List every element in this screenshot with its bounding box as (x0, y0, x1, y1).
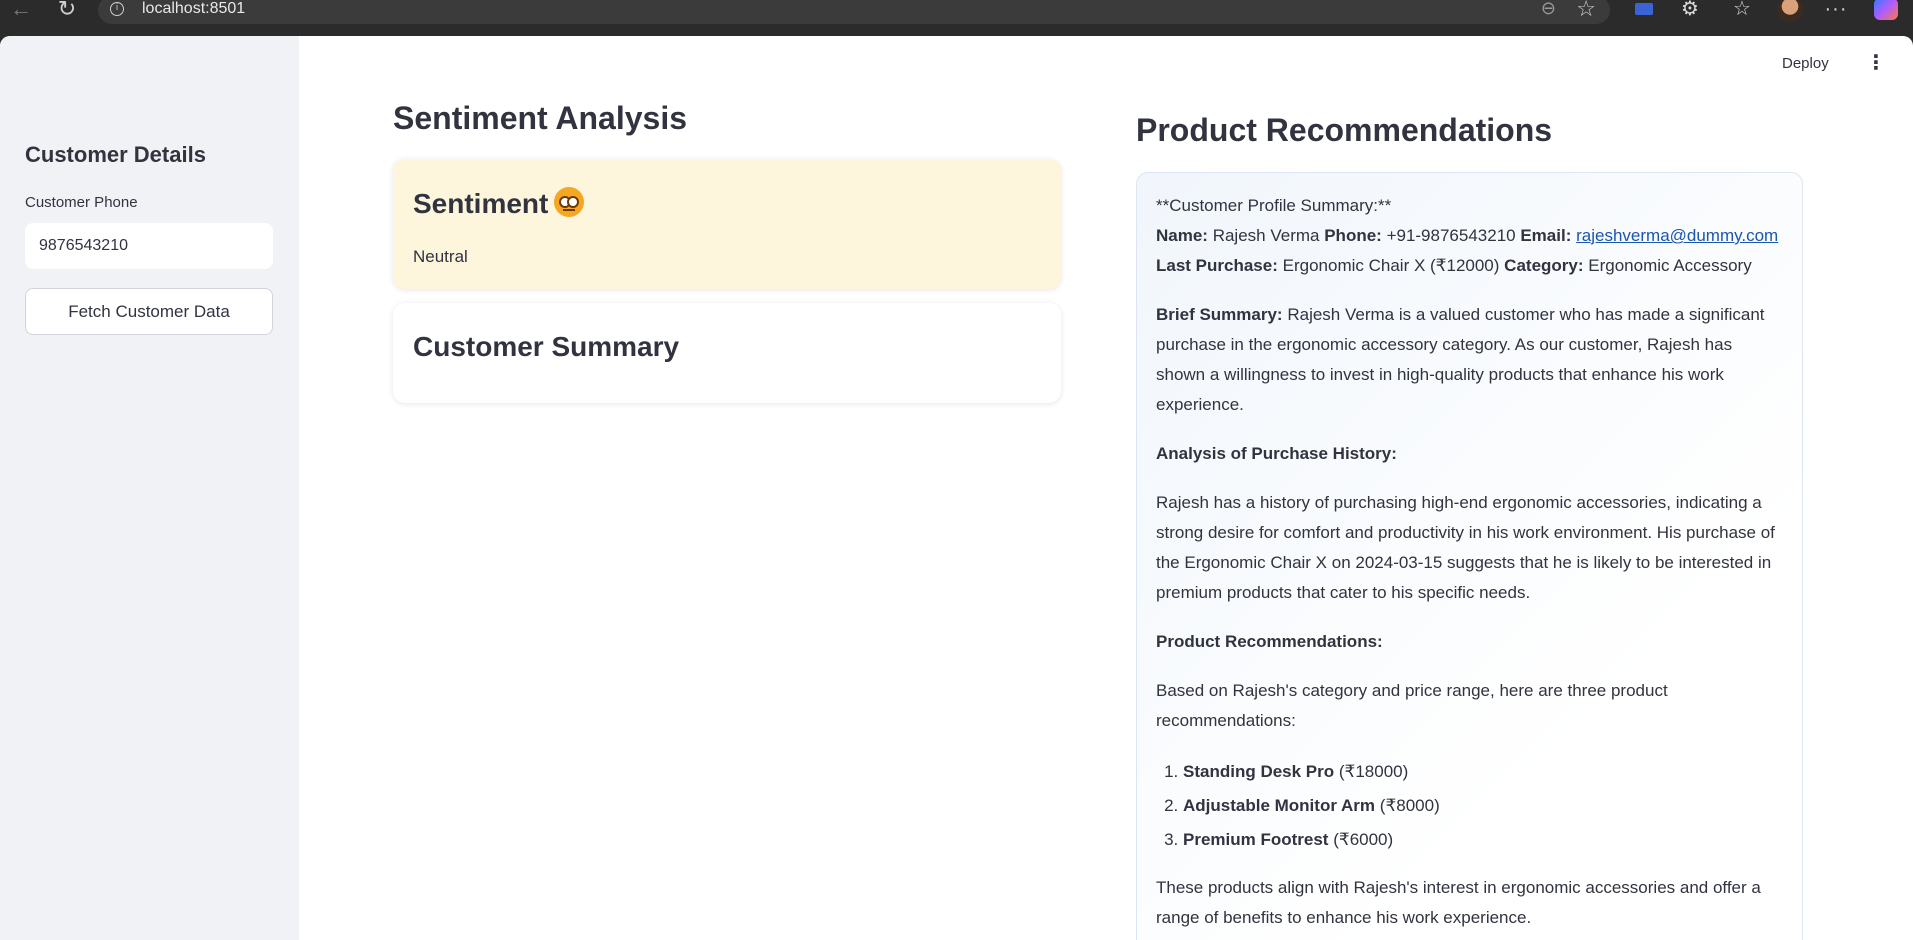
list-item: Premium Footrest (₹6000) (1183, 823, 1783, 857)
phone-label: Phone: (1324, 226, 1382, 245)
app-window: Customer Details Customer Phone Fetch Cu… (0, 36, 1913, 940)
sentiment-value: Neutral (413, 247, 468, 266)
site-info-icon[interactable]: i (110, 2, 124, 16)
closing-text: These products align with Rajesh's inter… (1156, 878, 1761, 927)
more-options-icon[interactable]: ··· (1822, 0, 1850, 22)
brief-summary-label: Brief Summary: (1156, 305, 1283, 324)
extension-icon[interactable] (1630, 0, 1658, 22)
sentiment-analysis-heading: Sentiment Analysis (393, 100, 688, 136)
analysis-heading: Analysis of Purchase History: (1156, 444, 1397, 463)
reload-icon[interactable]: ↻ (52, 0, 82, 22)
phone-value: +91-9876543210 (1386, 226, 1516, 245)
name-value: Rajesh Verma (1212, 226, 1320, 245)
extensions-puzzle-icon[interactable]: ⚙ (1676, 0, 1704, 22)
product-recommendations-heading: Product Recommendations (1136, 112, 1553, 148)
email-label: Email: (1520, 226, 1572, 245)
browser-toolbar: ← ↻ i localhost:8501 ⊖ ☆ ⚙ ☆ ··· (0, 0, 1913, 36)
back-arrow-icon[interactable]: ← (6, 0, 36, 22)
brief-summary: Brief Summary: Rajesh Verma is a valued … (1156, 300, 1783, 420)
recommendation-list: Standing Desk Pro (₹18000) Adjustable Mo… (1183, 755, 1783, 857)
sentiment-card: Sentiment Neutral (393, 159, 1061, 289)
copilot-icon[interactable] (1872, 0, 1900, 22)
zoom-icon[interactable]: ⊖ (1541, 0, 1556, 19)
address-bar[interactable]: i localhost:8501 ⊖ ☆ (98, 0, 1610, 24)
sentiment-card-title: Sentiment (413, 187, 585, 220)
reco-heading: Product Recommendations: (1156, 632, 1383, 651)
deploy-button[interactable]: Deploy (1782, 55, 1829, 72)
analysis-text: Rajesh has a history of purchasing high-… (1156, 493, 1775, 602)
fetch-customer-data-button[interactable]: Fetch Customer Data (25, 288, 273, 335)
kebab-menu-icon[interactable]: ⋮ (1866, 52, 1886, 76)
sidebar: Customer Details Customer Phone Fetch Cu… (0, 36, 299, 940)
name-label: Name: (1156, 226, 1208, 245)
profile-header: **Customer Profile Summary:** (1156, 196, 1392, 215)
sidebar-title: Customer Details (25, 142, 206, 167)
list-item: Standing Desk Pro (₹18000) (1183, 755, 1783, 789)
reco-intro: Based on Rajesh's category and price ran… (1156, 681, 1668, 730)
customer-phone-input[interactable] (25, 223, 273, 269)
profile-summary: **Customer Profile Summary:** Name: Raje… (1156, 191, 1783, 281)
address-url: localhost:8501 (142, 0, 246, 17)
customer-summary-card: Customer Summary (393, 303, 1061, 403)
list-item: Adjustable Monitor Arm (₹8000) (1183, 789, 1783, 823)
category-value: Ergonomic Accessory (1588, 256, 1752, 275)
last-purchase-value: Ergonomic Chair X (₹12000) (1282, 256, 1500, 275)
recommendations-panel: **Customer Profile Summary:** Name: Raje… (1136, 172, 1803, 940)
profile-avatar[interactable] (1776, 0, 1804, 22)
customer-summary-title: Customer Summary (413, 331, 680, 362)
favorites-icon[interactable]: ☆ (1728, 0, 1756, 22)
customer-phone-label: Customer Phone (25, 194, 138, 211)
category-label: Category: (1504, 256, 1584, 275)
email-link[interactable]: rajeshverma@dummy.com (1576, 226, 1778, 245)
favorite-star-icon[interactable]: ☆ (1576, 0, 1596, 22)
last-purchase-label: Last Purchase: (1156, 256, 1278, 275)
neutral-face-icon (554, 187, 585, 217)
